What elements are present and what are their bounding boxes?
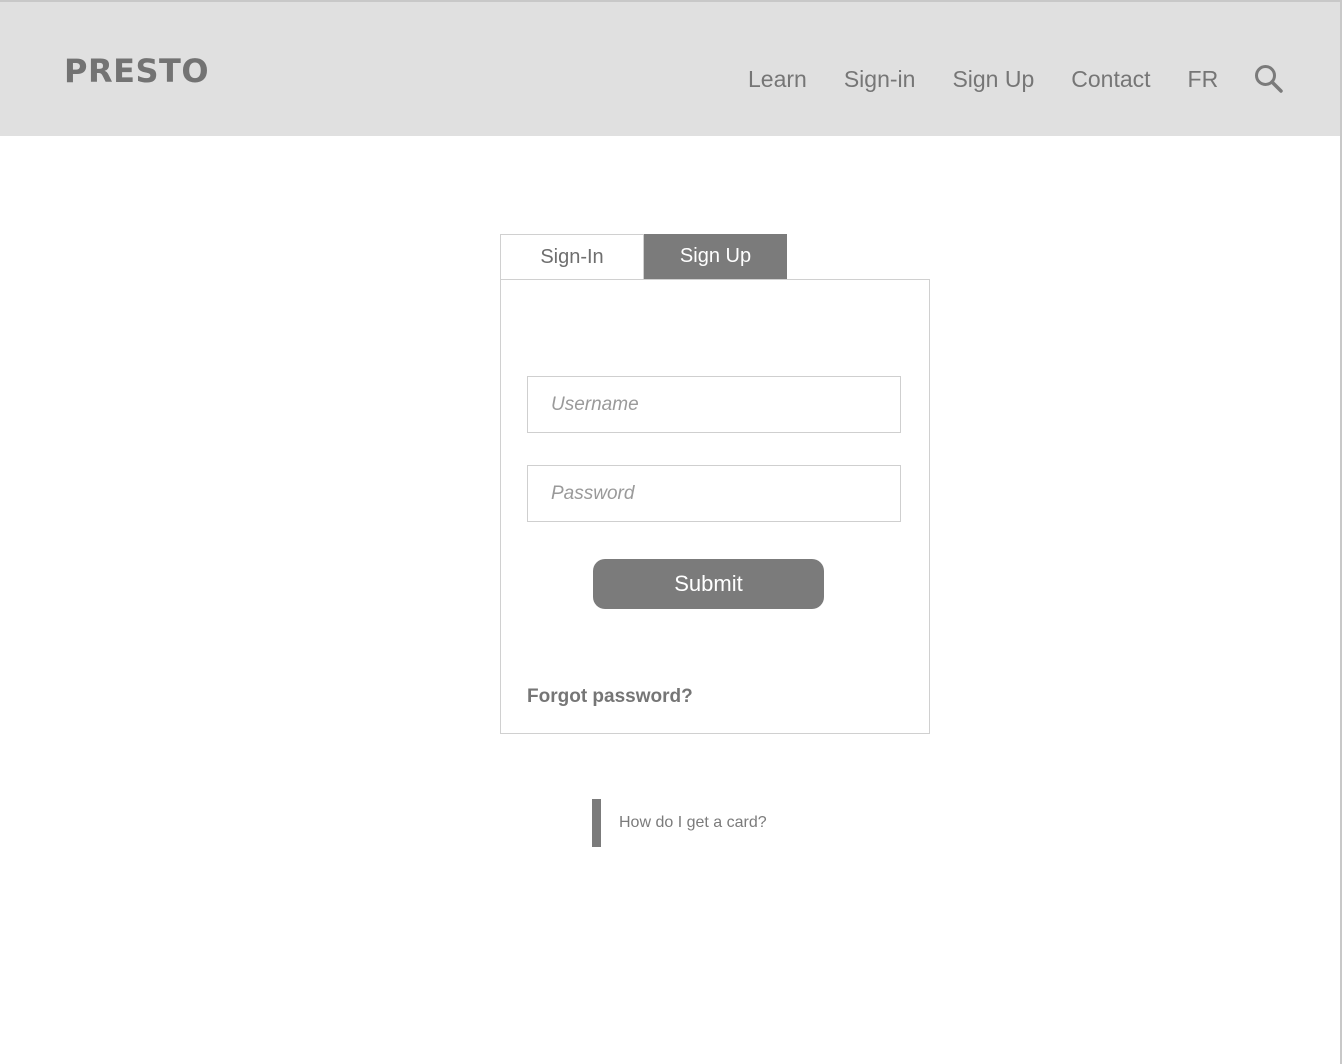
- nav-language-fr[interactable]: FR: [1188, 66, 1219, 93]
- nav-learn[interactable]: Learn: [748, 66, 807, 93]
- forgot-password-link[interactable]: Forgot password?: [527, 686, 693, 708]
- search-icon[interactable]: [1254, 64, 1284, 94]
- tab-sign-up[interactable]: Sign Up: [644, 234, 787, 279]
- tab-sign-in[interactable]: Sign-In: [500, 234, 644, 279]
- site-header: PRESTO Learn Sign-in Sign Up Contact FR: [0, 0, 1340, 136]
- nav-sign-up[interactable]: Sign Up: [952, 66, 1034, 93]
- auth-tabs: Sign-In Sign Up: [500, 234, 787, 279]
- main-nav: Learn Sign-in Sign Up Contact FR: [748, 66, 1255, 93]
- submit-button[interactable]: Submit: [593, 559, 824, 609]
- password-input[interactable]: [527, 465, 901, 522]
- help-link[interactable]: How do I get a card?: [592, 799, 767, 847]
- auth-panel: Submit Forgot password?: [500, 279, 930, 734]
- help-link-label: How do I get a card?: [619, 814, 767, 831]
- username-input[interactable]: [527, 376, 901, 433]
- nav-sign-in[interactable]: Sign-in: [844, 66, 916, 93]
- help-accent-bar: [592, 799, 601, 847]
- nav-contact[interactable]: Contact: [1071, 66, 1150, 93]
- logo[interactable]: PRESTO: [64, 52, 209, 90]
